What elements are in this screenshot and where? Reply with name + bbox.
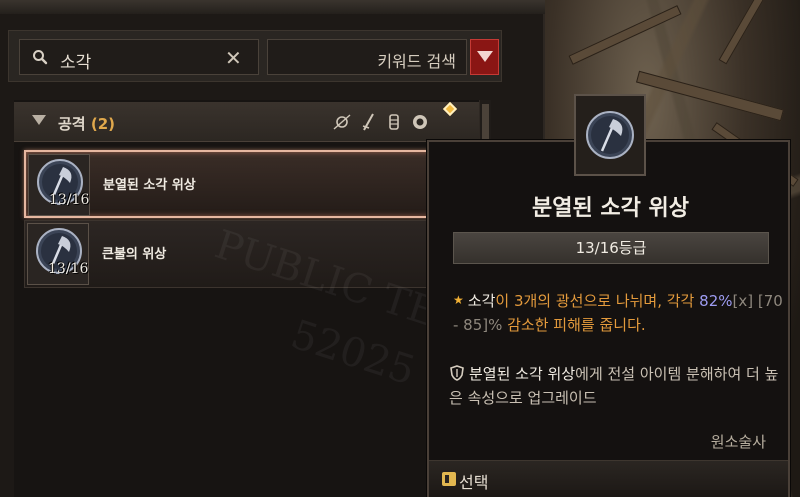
skill-name: 분열된 소각 위상 (103, 178, 196, 193)
tooltip-grade: 13/16등급 (453, 232, 769, 264)
star-icon: ★ (453, 293, 464, 307)
skill-level: 13/16 (49, 192, 90, 208)
collapse-arrow-icon (32, 115, 46, 125)
tooltip-upgrade-note: 분열된 소각 위상에게 전설 아이템 분해하여 더 높은 속성으로 업그레이드 (449, 362, 783, 410)
focus-icon[interactable] (410, 112, 430, 132)
tooltip-description: ★ 소각이 3개의 광선으로 나뉘며, 각각 82%[x] [70 - 85]% … (453, 288, 783, 337)
select-action[interactable]: 선택 (459, 469, 488, 493)
desc-keyword: 소각 (467, 292, 496, 310)
list-item-skill-1[interactable]: 13/16 분열된 소각 위상 (24, 150, 464, 218)
tooltip-class: 원소술사 (710, 433, 766, 451)
tooltip-title: 분열된 소각 위상 (532, 196, 689, 221)
category-count: (2) (90, 115, 115, 133)
category-header-attack[interactable]: 공격 (2) (14, 101, 479, 142)
desc-text-2: 감소한 피해를 줍니다. (507, 316, 646, 334)
desc-multiplier: [x] (732, 292, 754, 310)
search-value: 소각 (60, 53, 92, 73)
tooltip-footer: 선택 (429, 460, 788, 497)
tooltip-skill-icon (574, 94, 646, 176)
new-indicator-icon (442, 101, 458, 117)
skill-icon-frame: 13/16 (27, 223, 89, 285)
panel-top-strip (0, 0, 545, 14)
search-icon (33, 50, 48, 65)
gauntlet-icon[interactable] (384, 112, 404, 132)
chevron-down-icon (477, 51, 493, 62)
keyword-dropdown-button[interactable] (470, 39, 499, 75)
search-row: 소각 ✕ 키워드 검색 (8, 30, 502, 82)
keyword-search-field[interactable]: 키워드 검색 (267, 39, 467, 75)
keyword-search-label: 키워드 검색 (377, 52, 456, 71)
shield-icon (450, 365, 464, 381)
skill-tooltip: 분열된 소각 위상 13/16등급 ★ 소각이 3개의 광선으로 나뉘며, 각각 … (427, 140, 790, 497)
note-skill-name: 분열된 소각 위상 (469, 365, 576, 383)
skill-level: 13/16 (48, 261, 89, 277)
desc-value: 82% (699, 292, 733, 310)
staff-icon[interactable] (332, 112, 352, 132)
axe-orb-icon (586, 111, 634, 159)
search-input[interactable]: 소각 ✕ (19, 39, 259, 75)
scrollbar-thumb[interactable] (482, 104, 489, 140)
category-label: 공격 (58, 115, 86, 133)
clear-icon[interactable]: ✕ (225, 46, 242, 70)
skill-icon-frame: 13/16 (28, 154, 90, 216)
category-title: 공격 (2) (58, 113, 115, 134)
select-icon (442, 472, 456, 486)
desc-text-1: 이 3개의 광선으로 나뉘며, 각각 (495, 292, 695, 310)
skill-name: 큰불의 위상 (102, 247, 167, 262)
dagger-icon[interactable] (358, 112, 378, 132)
category-filter-icons (332, 112, 430, 134)
